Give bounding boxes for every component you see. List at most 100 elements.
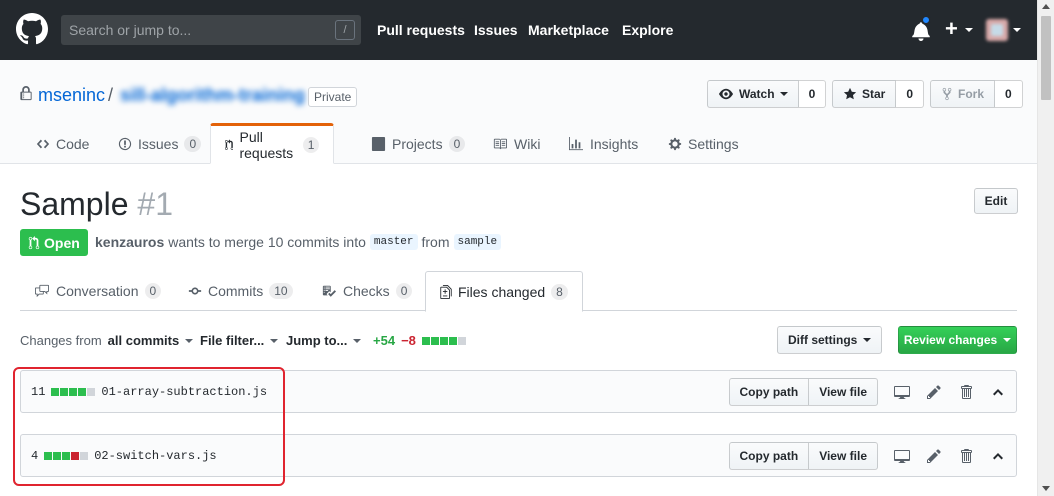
tab-pull-requests[interactable]: Pull requests 1 [210, 123, 335, 164]
annotation-highlight-box [13, 367, 285, 486]
watch-count[interactable]: 0 [798, 80, 827, 108]
pr-state-badge: Open [20, 229, 88, 256]
repo-owner-link[interactable]: mseninc [38, 85, 105, 106]
page-scrollbar[interactable] [1037, 0, 1054, 496]
tab-pull-requests-label: Pull requests [239, 128, 294, 161]
changes-from-dropdown[interactable]: Changes from all commits [20, 333, 194, 348]
tab-code-label: Code [56, 136, 90, 152]
star-button[interactable]: Star [832, 80, 897, 108]
jump-to-label: Jump to... [286, 333, 348, 348]
pr-number: #1 [137, 186, 173, 222]
file-diff-icon [440, 284, 452, 299]
tab-conversation-label: Conversation [56, 283, 139, 299]
diffstat-block [430, 336, 439, 345]
scroll-up-arrow-icon[interactable] [1042, 4, 1050, 9]
search-input[interactable]: Search or jump to... / [61, 15, 361, 45]
tab-conversation[interactable]: Conversation 0 [34, 271, 162, 311]
repo-path-separator: / [108, 85, 114, 105]
tab-commits[interactable]: Commits 10 [188, 271, 293, 311]
watch-button-group: Watch 0 [707, 80, 827, 108]
github-logo-icon[interactable] [16, 13, 48, 45]
create-new-plus-icon[interactable]: + [945, 16, 958, 42]
diffstat-block [448, 336, 457, 345]
diff-settings-label: Diff settings [788, 333, 858, 347]
device-desktop-icon[interactable] [894, 448, 910, 464]
tab-issues-label: Issues [138, 136, 179, 152]
tab-code[interactable]: Code [36, 124, 89, 164]
fork-button[interactable]: Fork [930, 80, 996, 108]
tab-wiki-label: Wiki [514, 136, 541, 152]
overall-diffstat [421, 336, 466, 345]
tab-insights-label: Insights [590, 136, 639, 152]
view-file-button[interactable]: View file [809, 442, 878, 470]
copy-path-button[interactable]: Copy path [728, 378, 810, 406]
pr-merge-text: wants to merge 10 commits into [168, 234, 366, 250]
nav-marketplace[interactable]: Marketplace [528, 22, 609, 38]
head-branch[interactable]: sample [453, 234, 502, 250]
fork-button-group: Fork 0 [930, 80, 1023, 108]
device-desktop-icon[interactable] [894, 384, 910, 400]
repository-header: mseninc / sill-algorithm-training Privat… [0, 60, 1037, 164]
repo-name-link[interactable]: sill-algorithm-training [120, 85, 305, 106]
fork-count[interactable]: 0 [995, 80, 1023, 108]
comment-discussion-icon [35, 284, 49, 298]
pr-state-label: Open [44, 234, 80, 251]
scroll-thumb[interactable] [1041, 16, 1051, 100]
review-changes-button[interactable]: Review changes [898, 326, 1017, 354]
file-filter-dropdown[interactable]: File filter... [200, 333, 279, 348]
nav-issues[interactable]: Issues [474, 22, 518, 38]
scroll-down-arrow-icon[interactable] [1042, 486, 1050, 491]
deletions-count: −8 [401, 333, 416, 348]
tab-settings[interactable]: Settings [668, 124, 739, 164]
pr-author-link[interactable]: kenzauros [95, 234, 164, 250]
diffstat-block [421, 336, 430, 345]
tab-projects[interactable]: Projects 0 [371, 124, 466, 164]
watch-button[interactable]: Watch [707, 80, 799, 108]
private-badge: Private [308, 87, 358, 107]
trash-icon[interactable] [958, 448, 974, 464]
search-placeholder: Search or jump to... [69, 22, 192, 38]
nav-explore[interactable]: Explore [622, 22, 673, 38]
lock-icon [20, 86, 32, 101]
edit-title-button[interactable]: Edit [974, 188, 1018, 214]
file-filter-label: File filter... [200, 333, 265, 348]
watch-caret-icon [779, 92, 788, 96]
user-menu-caret-icon[interactable] [1013, 28, 1021, 32]
tab-checks[interactable]: Checks 0 [321, 271, 413, 311]
jump-to-dropdown[interactable]: Jump to... [286, 333, 362, 348]
gear-icon [668, 137, 682, 151]
diffstat-block [439, 336, 448, 345]
git-commit-icon [188, 287, 202, 295]
tab-commits-label: Commits [208, 283, 264, 299]
pr-title: Sample #1 [20, 186, 173, 223]
tab-issues[interactable]: Issues 0 [118, 124, 202, 164]
unread-indicator-dot [921, 15, 931, 25]
git-pull-request-icon [225, 138, 234, 150]
trash-icon[interactable] [958, 384, 974, 400]
star-icon [843, 87, 857, 100]
diff-settings-button[interactable]: Diff settings [777, 326, 883, 354]
star-button-group: Star 0 [832, 80, 925, 108]
star-label: Star [862, 87, 886, 101]
chevron-down-icon [353, 338, 362, 343]
create-new-caret-icon[interactable] [965, 28, 973, 32]
base-branch[interactable]: master [369, 234, 418, 250]
tab-files-changed[interactable]: Files changed 8 [425, 271, 583, 312]
star-count[interactable]: 0 [896, 80, 925, 108]
pr-meta: kenzauros wants to merge 10 commits into… [95, 234, 502, 250]
chevron-down-icon [863, 338, 872, 342]
tab-insights[interactable]: Insights [568, 124, 638, 164]
copy-path-button[interactable]: Copy path [728, 442, 810, 470]
pencil-icon[interactable] [926, 384, 942, 400]
view-file-button[interactable]: View file [809, 378, 878, 406]
eye-icon [719, 88, 733, 100]
chevron-up-icon[interactable] [990, 448, 1006, 464]
pencil-icon[interactable] [926, 448, 942, 464]
user-avatar[interactable] [986, 19, 1008, 41]
tab-checks-label: Checks [343, 283, 390, 299]
issues-counter: 0 [184, 136, 202, 152]
changes-from-value: all commits [107, 333, 180, 348]
nav-pull-requests[interactable]: Pull requests [377, 22, 465, 38]
chevron-up-icon[interactable] [990, 384, 1006, 400]
tab-wiki[interactable]: Wiki [492, 124, 540, 164]
